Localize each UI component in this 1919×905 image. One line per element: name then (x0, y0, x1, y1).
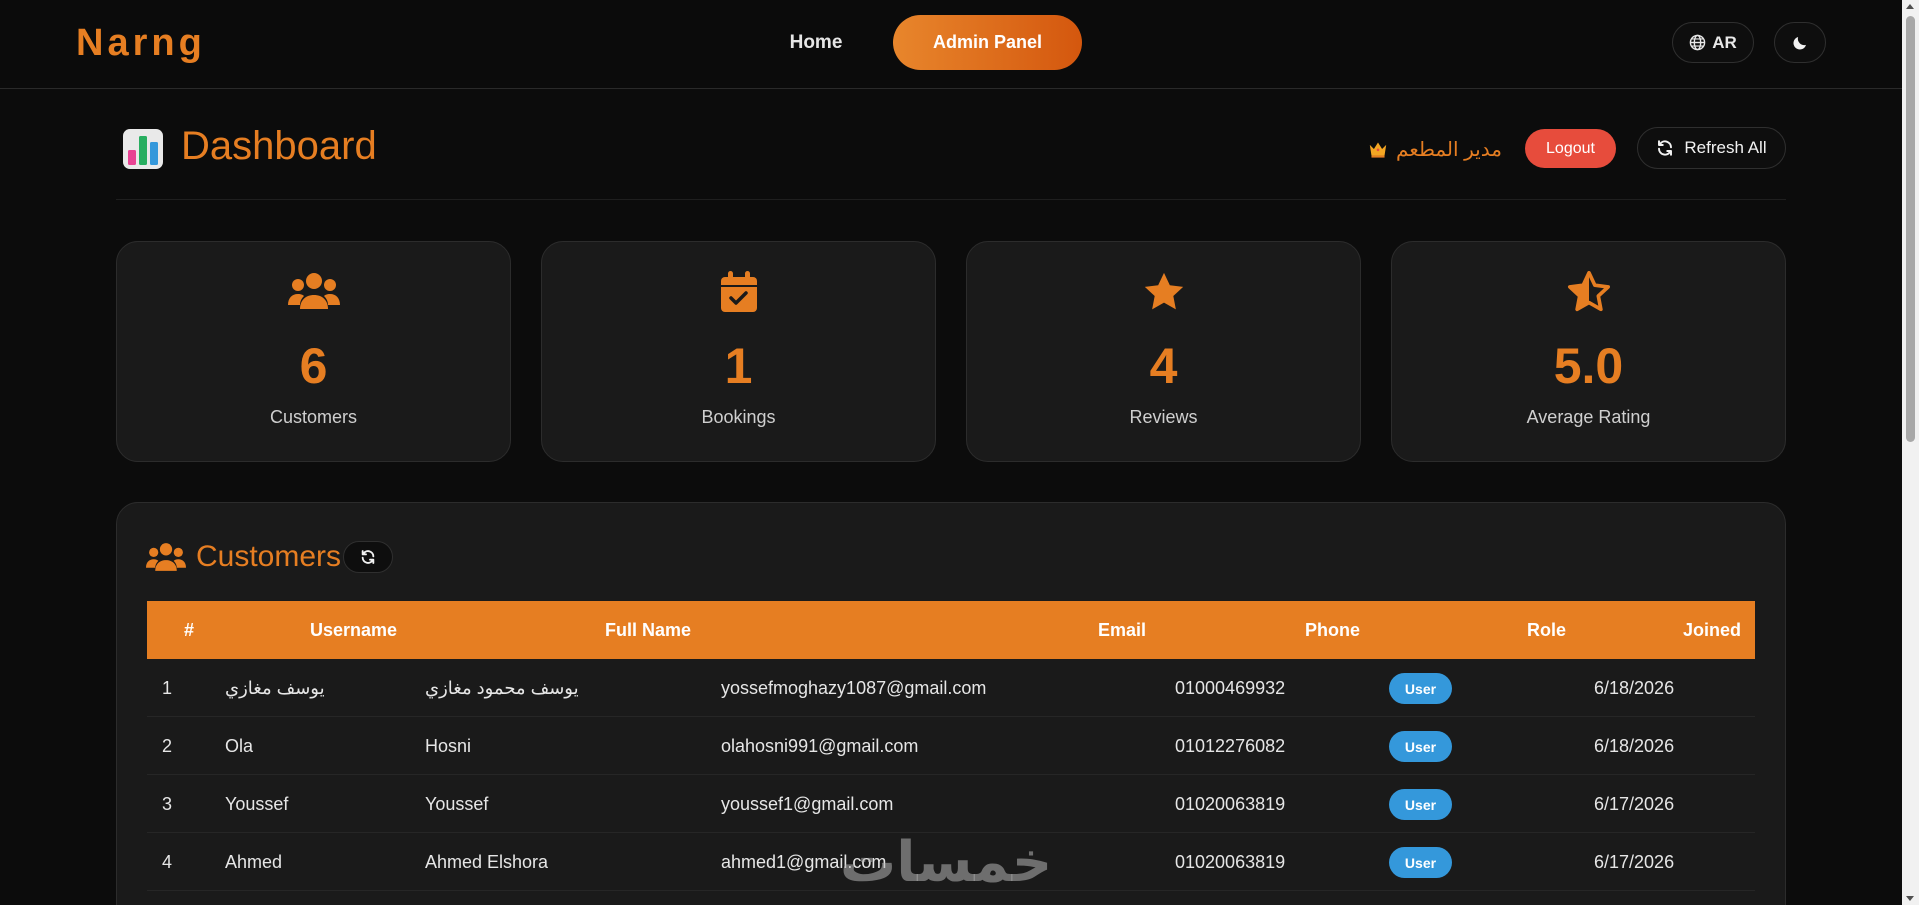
page-scrollbar[interactable] (1902, 0, 1919, 905)
cell-email: yossefmoghazy1087@gmail.com (721, 678, 987, 698)
stat-label: Average Rating (1526, 407, 1651, 427)
language-toggle-button[interactable]: AR (1672, 22, 1754, 63)
user-role-label: مدير المطعم (1368, 134, 1502, 164)
stat-label: Customers (269, 407, 358, 427)
language-label: AR (1712, 32, 1737, 52)
role-badge: User (1389, 731, 1452, 762)
theme-toggle-button[interactable] (1774, 22, 1826, 63)
cell-full-name: Hosni (425, 736, 472, 756)
cell-phone: 01020063819 (1175, 794, 1286, 814)
cell-username: يوسف مغازي (225, 678, 325, 698)
customers-table-header: # Username Full Name Email Phone Role Jo… (147, 601, 1755, 659)
column-header-role[interactable]: Role (1527, 601, 1566, 659)
calendar-check-icon (720, 271, 757, 312)
cell-joined: 6/18/2026 (1594, 736, 1675, 756)
star-half-icon (1567, 271, 1610, 312)
role-badge: User (1389, 673, 1452, 704)
stat-value: 5.0 (1553, 338, 1624, 394)
table-row[interactable]: 3 Youssef Youssef youssef1@gmail.com 010… (147, 775, 1755, 833)
role-badge: User (1389, 847, 1452, 878)
cell-email: olahosni991@gmail.com (721, 736, 919, 756)
customers-refresh-button[interactable] (343, 541, 393, 573)
table-row[interactable]: 2 Ola Hosni olahosni991@gmail.com 010122… (147, 717, 1755, 775)
cell-email: youssef1@gmail.com (721, 794, 894, 814)
bar-chart-icon (123, 129, 163, 169)
refresh-all-button[interactable]: Refresh All (1637, 127, 1786, 169)
logout-button[interactable]: Logout (1525, 129, 1616, 168)
column-header-full-name[interactable]: Full Name (605, 601, 691, 659)
scroll-down-icon[interactable] (1906, 896, 1914, 901)
stat-value: 4 (1149, 338, 1178, 394)
stat-value: 1 (724, 338, 753, 394)
cell-phone: 01000469932 (1175, 678, 1286, 698)
star-icon (1144, 272, 1183, 310)
users-icon (287, 273, 340, 309)
stat-card-reviews: 4 Reviews (966, 241, 1361, 462)
cell-number: 4 (162, 852, 173, 872)
globe-icon (1689, 34, 1706, 51)
stat-card-customers: 6 Customers (116, 241, 511, 462)
cell-phone: 01012276082 (1175, 736, 1286, 756)
column-header-phone[interactable]: Phone (1305, 601, 1360, 659)
column-header-number[interactable]: # (184, 601, 194, 659)
cell-username: Ola (225, 736, 254, 756)
brand-logo[interactable]: Narng (76, 22, 206, 65)
stat-card-bookings: 1 Bookings (541, 241, 936, 462)
refresh-all-label: Refresh All (1684, 138, 1767, 157)
cell-number: 1 (162, 678, 173, 698)
role-badge: User (1389, 789, 1452, 820)
table-row[interactable]: 1 يوسف مغازي يوسف محمود مغازي yossefmogh… (147, 659, 1755, 717)
crown-icon (1369, 142, 1387, 158)
cell-joined: 6/17/2026 (1594, 852, 1675, 872)
page-title: Dashboard (181, 124, 377, 168)
cell-username: Youssef (225, 794, 289, 814)
cell-full-name: يوسف محمود مغازي (425, 678, 579, 698)
users-icon (146, 543, 186, 571)
cell-full-name: Youssef (425, 794, 489, 814)
column-header-email[interactable]: Email (1098, 601, 1146, 659)
cell-number: 2 (162, 736, 173, 756)
cell-number: 3 (162, 794, 173, 814)
cell-joined: 6/18/2026 (1594, 678, 1675, 698)
customers-title: Customers (196, 540, 342, 573)
navbar: Narng Home Admin Panel AR (0, 0, 1902, 89)
cell-full-name: Ahmed Elshora (425, 852, 549, 872)
cell-joined: 6/17/2026 (1594, 794, 1675, 814)
stat-value: 6 (299, 338, 328, 394)
column-header-username[interactable]: Username (310, 601, 397, 659)
scrollbar-thumb[interactable] (1906, 16, 1915, 442)
manager-name: مدير المطعم (1396, 138, 1502, 161)
stat-label: Bookings (701, 407, 776, 427)
nav-admin-panel-link[interactable]: Admin Panel (893, 15, 1082, 70)
scroll-up-icon[interactable] (1906, 4, 1914, 9)
nav-home-link[interactable]: Home (773, 15, 859, 70)
cell-username: Ahmed (225, 852, 283, 872)
cell-phone: 01020063819 (1175, 852, 1286, 872)
header-divider (116, 199, 1786, 200)
moon-icon (1793, 36, 1806, 50)
refresh-icon (1658, 140, 1673, 156)
watermark: خمسات (840, 830, 1053, 895)
stat-label: Reviews (1129, 407, 1198, 427)
refresh-icon (361, 550, 375, 564)
stat-card-average-rating: 5.0 Average Rating (1391, 241, 1786, 462)
column-header-joined[interactable]: Joined (1683, 601, 1741, 659)
